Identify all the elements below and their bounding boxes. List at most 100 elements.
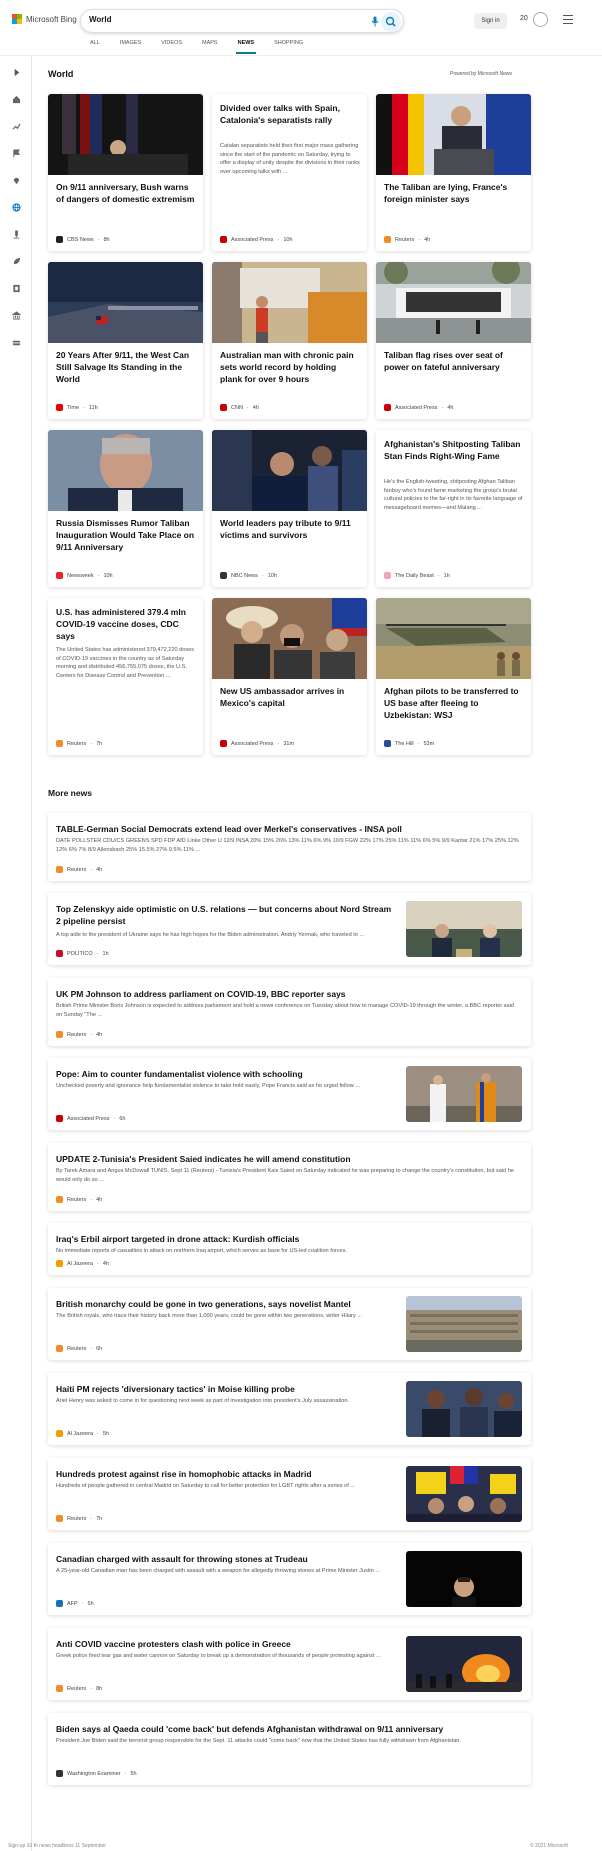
search-input[interactable] <box>89 15 349 24</box>
expand-rail-icon[interactable] <box>11 67 21 77</box>
home-icon[interactable] <box>11 94 21 104</box>
ambassador-photo[interactable] <box>212 598 367 679</box>
buckingham-palace-photo[interactable] <box>406 1296 522 1352</box>
news-title[interactable]: Haiti PM rejects 'diversionary tactics' … <box>56 1383 396 1395</box>
news-source[interactable]: Washington Examiner · 5h <box>56 1770 137 1777</box>
news-title[interactable]: Iraq's Erbil airport targeted in drone a… <box>56 1233 521 1245</box>
news-list-item[interactable]: Iraq's Erbil airport targeted in drone a… <box>48 1223 531 1275</box>
card-title[interactable]: Afghan pilots to be transferred to US ba… <box>384 686 524 722</box>
bush-photo[interactable] <box>48 94 203 175</box>
rewards-points[interactable]: 20 <box>520 15 528 22</box>
flag-icon[interactable] <box>11 148 21 158</box>
tab-news[interactable]: NEWS <box>235 40 256 55</box>
card-source[interactable]: Reuters · 4h <box>384 236 430 243</box>
rewards-trophy-icon[interactable] <box>533 12 548 27</box>
microscope-icon[interactable] <box>11 229 21 239</box>
news-title[interactable]: TABLE-German Social Democrats extend lea… <box>56 823 521 835</box>
haiti-pm-photo[interactable] <box>406 1381 522 1437</box>
card-title[interactable]: World leaders pay tribute to 9/11 victim… <box>220 518 360 542</box>
card-source[interactable]: Time · 11h <box>56 404 98 411</box>
rocket-icon[interactable] <box>11 256 21 266</box>
news-card[interactable]: Afghan pilots to be transferred to US ba… <box>376 598 531 755</box>
news-title[interactable]: Anti COVID vaccine protesters clash with… <box>56 1638 396 1650</box>
tab-images[interactable]: IMAGES <box>120 40 141 55</box>
card-title[interactable]: 20 Years After 9/11, the West Can Still … <box>56 350 196 386</box>
card-title[interactable]: New US ambassador arrives in Mexico's ca… <box>220 686 360 710</box>
car-icon[interactable] <box>11 337 21 347</box>
news-title[interactable]: Top Zelenskyy aide optimistic on U.S. re… <box>56 903 396 928</box>
news-list-item[interactable]: Biden says al Qaeda could 'come back' bu… <box>48 1713 531 1785</box>
news-card[interactable]: The Taliban are lying, France's foreign … <box>376 94 531 251</box>
news-card[interactable]: On 9/11 anniversary, Bush warns of dange… <box>48 94 203 251</box>
news-list-item[interactable]: UK PM Johnson to address parliament on C… <box>48 978 531 1046</box>
globe-icon[interactable] <box>11 202 21 212</box>
news-title[interactable]: Biden says al Qaeda could 'come back' bu… <box>56 1723 521 1735</box>
card-source[interactable]: Associated Press · 31m <box>220 740 294 747</box>
card-title[interactable]: Afghanistan's Shitposting Taliban Stan F… <box>384 439 524 463</box>
card-source[interactable]: Associated Press · 4h <box>384 404 453 411</box>
news-card[interactable]: U.S. has administered 379.4 mln COVID-19… <box>48 598 203 755</box>
news-source[interactable]: AFP · 5h <box>56 1600 94 1607</box>
film-icon[interactable] <box>11 283 21 293</box>
pope-photo[interactable] <box>406 1066 522 1122</box>
card-source[interactable]: NBC News · 10h <box>220 572 277 579</box>
helicopter-photo[interactable] <box>376 598 531 679</box>
hamburger-menu-icon[interactable] <box>563 15 573 27</box>
news-source[interactable]: Reuters · 4h <box>56 866 102 873</box>
bing-logo[interactable]: Microsoft Bing <box>12 14 77 24</box>
news-title[interactable]: Canadian charged with assault for throwi… <box>56 1553 396 1565</box>
news-list-item[interactable]: UPDATE 2-Tunisia's President Saied indic… <box>48 1143 531 1211</box>
madrid-protest-photo[interactable] <box>406 1466 522 1522</box>
lavrov-photo[interactable] <box>48 430 203 511</box>
news-source[interactable]: Reuters · 4h <box>56 1031 102 1038</box>
card-title[interactable]: Russia Dismisses Rumor Taliban Inaugurat… <box>56 518 196 554</box>
news-source[interactable]: Reuters · 6h <box>56 1345 102 1352</box>
news-list-item[interactable]: Hundreds protest against rise in homopho… <box>48 1458 531 1530</box>
trending-icon[interactable] <box>11 121 21 131</box>
sign-in-button[interactable]: Sign in <box>474 13 507 29</box>
news-source[interactable]: Reuters · 4h <box>56 1196 102 1203</box>
location-icon[interactable] <box>11 175 21 185</box>
news-list-item[interactable]: Canadian charged with assault for throwi… <box>48 1543 531 1615</box>
tab-maps[interactable]: MAPS <box>202 40 218 55</box>
pentagon-photo[interactable] <box>48 262 203 343</box>
zelenskyy-aide-photo[interactable] <box>406 901 522 957</box>
news-card[interactable]: World leaders pay tribute to 9/11 victim… <box>212 430 367 587</box>
news-source[interactable]: Reuters · 7h <box>56 1515 102 1522</box>
card-source[interactable]: CNN · 4h <box>220 404 259 411</box>
news-card[interactable]: New US ambassador arrives in Mexico's ca… <box>212 598 367 755</box>
tab-shopping[interactable]: SHOPPING <box>274 40 303 55</box>
news-source[interactable]: Reuters · 8h <box>56 1685 102 1692</box>
news-card[interactable]: Divided over talks with Spain, Catalonia… <box>212 94 367 251</box>
news-list-item[interactable]: Pope: Aim to counter fundamentalist viol… <box>48 1058 531 1130</box>
card-title[interactable]: Taliban flag rises over seat of power on… <box>384 350 524 374</box>
news-card[interactable]: Australian man with chronic pain sets wo… <box>212 262 367 419</box>
news-card[interactable]: Afghanistan's Shitposting Taliban Stan F… <box>376 430 531 587</box>
news-card[interactable]: 20 Years After 9/11, the West Can Still … <box>48 262 203 419</box>
news-source[interactable]: Al Jazeera · 5h <box>56 1430 109 1437</box>
news-list-item[interactable]: Anti COVID vaccine protesters clash with… <box>48 1628 531 1700</box>
plank-record-photo[interactable] <box>212 262 367 343</box>
microphone-icon[interactable] <box>371 16 379 27</box>
france-minister-photo[interactable] <box>376 94 531 175</box>
card-source[interactable]: CBS News · 8h <box>56 236 110 243</box>
card-source[interactable]: The Hill · 53m <box>384 740 434 747</box>
news-list-item[interactable]: Top Zelenskyy aide optimistic on U.S. re… <box>48 893 531 965</box>
news-list-item[interactable]: British monarchy could be gone in two ge… <box>48 1288 531 1360</box>
news-card[interactable]: Taliban flag rises over seat of power on… <box>376 262 531 419</box>
news-title[interactable]: Pope: Aim to counter fundamentalist viol… <box>56 1068 396 1080</box>
tab-videos[interactable]: VIDEOS <box>161 40 182 55</box>
card-source[interactable]: Newsweek · 10h <box>56 572 113 579</box>
card-title[interactable]: Australian man with chronic pain sets wo… <box>220 350 360 386</box>
taliban-flag-photo[interactable] <box>376 262 531 343</box>
card-title[interactable]: On 9/11 anniversary, Bush warns of dange… <box>56 182 196 206</box>
card-source[interactable]: The Daily Beast · 1h <box>384 572 450 579</box>
card-title[interactable]: The Taliban are lying, France's foreign … <box>384 182 524 206</box>
card-source[interactable]: Reuters · 7h <box>56 740 102 747</box>
news-list-item[interactable]: Haiti PM rejects 'diversionary tactics' … <box>48 1373 531 1445</box>
news-title[interactable]: UK PM Johnson to address parliament on C… <box>56 988 521 1000</box>
news-title[interactable]: UPDATE 2-Tunisia's President Saied indic… <box>56 1153 521 1165</box>
news-list-item[interactable]: TABLE-German Social Democrats extend lea… <box>48 813 531 881</box>
news-source[interactable]: Associated Press · 6h <box>56 1115 125 1122</box>
bank-icon[interactable] <box>11 310 21 320</box>
